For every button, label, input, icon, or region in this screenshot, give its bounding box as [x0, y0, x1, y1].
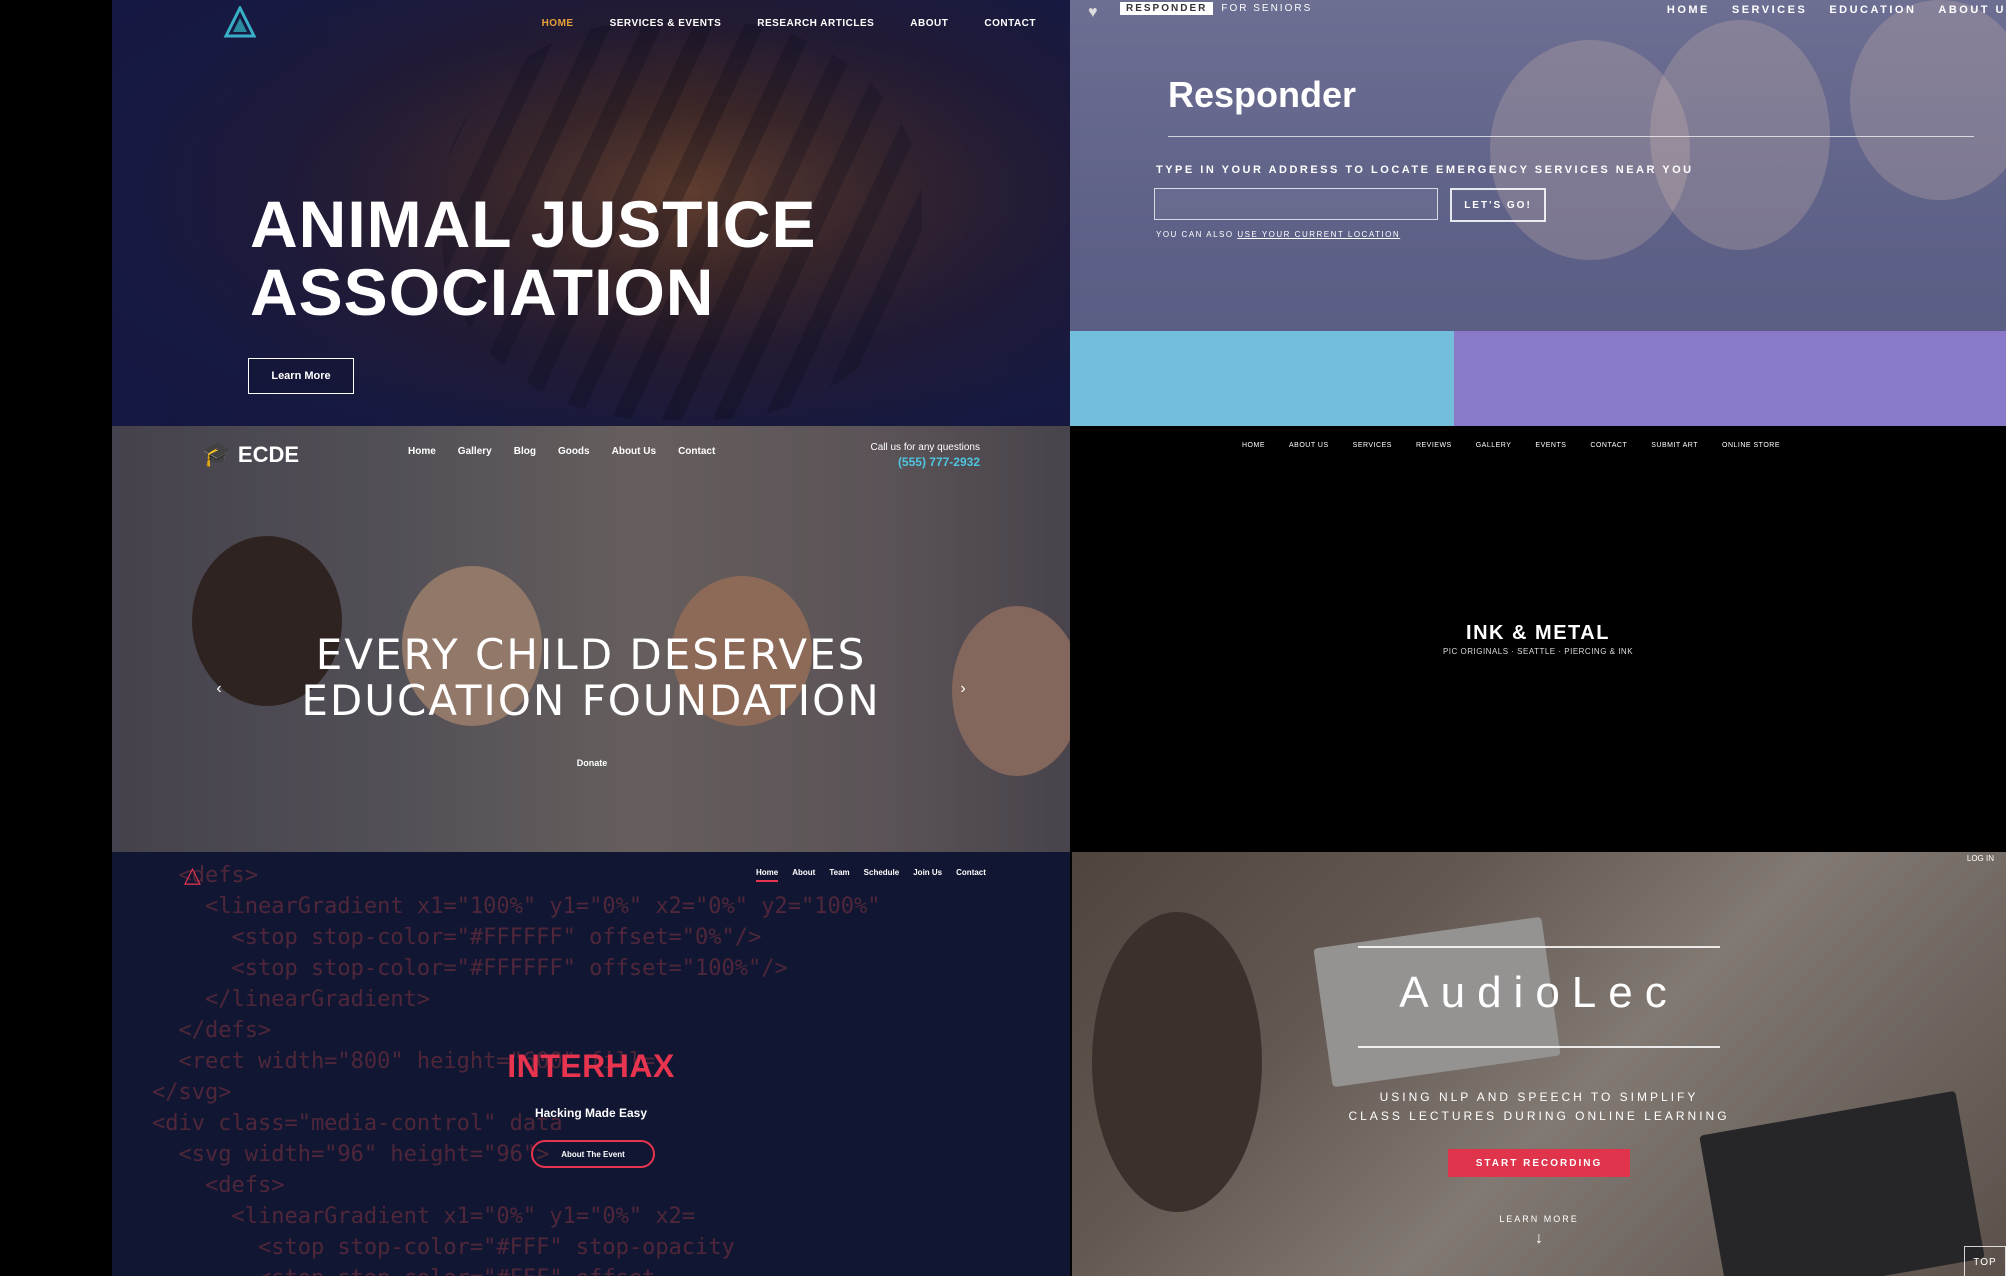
brand-title: INK & METAL: [1466, 622, 1610, 644]
address-label: TYPE IN YOUR ADDRESS TO LOCATE EMERGENCY…: [1156, 164, 1694, 176]
title-rule-top: [1358, 946, 1720, 948]
arrow-down-icon[interactable]: ↓: [1072, 1230, 2006, 1248]
start-recording-button[interactable]: START RECORDING: [1448, 1149, 1630, 1177]
code-line: <defs>: [152, 1173, 285, 1198]
slider-next-icon[interactable]: ›: [948, 674, 978, 704]
code-line: </linearGradient>: [152, 987, 431, 1012]
nav-home[interactable]: HOME: [1242, 442, 1265, 449]
nav-about[interactable]: ABOUT U: [1938, 4, 2006, 16]
nav-about-us[interactable]: ABOUT US: [1289, 442, 1329, 449]
slider-prev-icon[interactable]: ‹: [204, 674, 234, 704]
hero-title-line2: EDUCATION FOUNDATION: [301, 676, 881, 725]
logo-text: ECDE: [237, 441, 300, 467]
main-nav: Home About Team Schedule Join Us Contact: [756, 868, 986, 882]
back-to-top-button[interactable]: TOP: [1964, 1246, 2006, 1276]
interhax-panel: <defs> <linearGradient x1="100%" y1="0%"…: [112, 852, 1070, 1276]
page-title: Responder: [1168, 74, 1357, 115]
lets-go-button[interactable]: LET'S GO!: [1450, 188, 1546, 222]
nav-home[interactable]: HOME: [1667, 4, 1710, 16]
nav-home[interactable]: HOME: [542, 18, 574, 29]
ink-metal-panel: HOME ABOUT US SERVICES REVIEWS GALLERY E…: [1070, 426, 2006, 852]
main-nav: HOME SERVICES EDUCATION ABOUT U: [1667, 4, 2006, 16]
subtitle-line1: USING NLP AND SPEECH TO SIMPLIFY: [1379, 1090, 1699, 1104]
nav-contact[interactable]: CONTACT: [984, 18, 1036, 29]
ecde-panel: 🎓 ECDE Home Gallery Blog Goods About Us …: [112, 426, 1070, 852]
main-nav: Home Gallery Blog Goods About Us Contact: [408, 446, 715, 457]
nav-schedule[interactable]: Schedule: [864, 868, 900, 882]
app-title: AudioLec: [1399, 968, 1679, 1017]
learn-more-link[interactable]: LEARN MORE: [1072, 1214, 2006, 1224]
location-note-prefix: YOU CAN ALSO: [1156, 230, 1234, 239]
main-nav: HOME ABOUT US SERVICES REVIEWS GALLERY E…: [1242, 442, 1780, 449]
call-label: Call us for any questions: [870, 442, 980, 453]
code-line: </defs>: [152, 1018, 272, 1043]
nav-services[interactable]: SERVICES: [1353, 442, 1392, 449]
color-band-blue: [1070, 331, 1454, 426]
login-link[interactable]: LOG IN: [1967, 854, 1994, 863]
title-divider: [1168, 136, 1974, 137]
nav-services[interactable]: SERVICES: [1732, 4, 1807, 16]
phone-number[interactable]: (555) 777-2932: [870, 455, 980, 469]
heart-icon: ♥: [1088, 4, 1098, 21]
nav-blog[interactable]: Blog: [514, 446, 536, 457]
audiolec-panel: LOG IN AudioLec USING NLP AND SPEECH TO …: [1072, 852, 2006, 1276]
code-line: <stop stop-color="#FFF" stop-opacity: [152, 1235, 735, 1260]
graduation-cap-icon: 🎓: [202, 441, 232, 468]
nav-goods[interactable]: Goods: [558, 446, 590, 457]
hero-title-line2: ASSOCIATION: [250, 255, 715, 329]
title-rule-bottom: [1358, 1046, 1720, 1048]
subtitle-line2: CLASS LECTURES DURING ONLINE LEARNING: [1348, 1109, 1730, 1123]
hero-title: EVERY CHILD DESERVES EDUCATION FOUNDATIO…: [112, 632, 1070, 724]
about-event-button[interactable]: About The Event: [531, 1140, 655, 1168]
nav-contact[interactable]: Contact: [678, 446, 715, 457]
ecde-logo[interactable]: 🎓 ECDE: [202, 440, 299, 469]
nav-education[interactable]: EDUCATION: [1829, 4, 1916, 16]
brand-subtitle: PIC ORIGINALS · SEATTLE · PIERCING & INK: [1442, 647, 1634, 656]
nav-submit-art[interactable]: SUBMIT ART: [1651, 442, 1698, 449]
brand[interactable]: RESPONDER FOR SENIORS: [1120, 2, 1312, 15]
nav-events[interactable]: EVENTS: [1535, 442, 1566, 449]
main-nav: HOME SERVICES & EVENTS RESEARCH ARTICLES…: [542, 18, 1036, 29]
address-input[interactable]: [1154, 188, 1438, 220]
brand-suffix: FOR SENIORS: [1221, 3, 1313, 14]
nav-gallery[interactable]: Gallery: [458, 446, 492, 457]
event-title: INTERHAX: [507, 1048, 675, 1084]
nav-reviews[interactable]: REVIEWS: [1416, 442, 1452, 449]
nav-home[interactable]: Home: [408, 446, 436, 457]
animal-justice-panel: HOME SERVICES & EVENTS RESEARCH ARTICLES…: [112, 0, 1070, 426]
code-line: <linearGradient x1="0%" y1="0%" x2=: [152, 1204, 696, 1229]
call-info: Call us for any questions (555) 777-2932: [870, 442, 980, 469]
app-subtitle: USING NLP AND SPEECH TO SIMPLIFY CLASS L…: [1072, 1088, 2006, 1126]
nav-join-us[interactable]: Join Us: [913, 868, 942, 882]
code-line: <stop stop-color="#FFFFFF" offset="100%"…: [152, 956, 788, 981]
nav-about-us[interactable]: About Us: [612, 446, 656, 457]
donate-button[interactable]: Donate: [542, 758, 642, 768]
code-line: <linearGradient x1="100%" y1="0%" x2="0%…: [152, 894, 881, 919]
code-line: <svg width="96" height="96">: [152, 1142, 550, 1167]
learn-more-button[interactable]: Learn More: [248, 358, 354, 394]
event-tagline: Hacking Made Easy: [534, 1106, 648, 1120]
color-band-purple: [1454, 331, 2006, 426]
nav-contact[interactable]: Contact: [956, 868, 986, 882]
brand-box: RESPONDER: [1120, 2, 1214, 15]
use-current-location-link[interactable]: USE YOUR CURRENT LOCATION: [1237, 230, 1400, 239]
hero-title-line1: EVERY CHILD DESERVES: [315, 630, 867, 679]
nav-home[interactable]: Home: [756, 868, 779, 882]
location-note: YOU CAN ALSO USE YOUR CURRENT LOCATION: [1156, 230, 1400, 239]
nav-contact[interactable]: CONTACT: [1590, 442, 1627, 449]
nav-team[interactable]: Team: [829, 868, 849, 882]
code-line: <stop stop-color="#FFFFFF" offset="0%"/>: [152, 925, 762, 950]
animal-justice-logo-icon[interactable]: [220, 6, 260, 40]
responder-panel: ♥ RESPONDER FOR SENIORS HOME SERVICES ED…: [1070, 0, 2006, 426]
nav-gallery[interactable]: GALLERY: [1476, 442, 1512, 449]
hero-title-line1: ANIMAL JUSTICE: [250, 187, 817, 261]
nav-about[interactable]: About: [792, 868, 815, 882]
nav-online-store[interactable]: ONLINE STORE: [1722, 442, 1780, 449]
code-line: <stop stop-color="#FFF" offset: [152, 1263, 880, 1276]
interhax-logo-icon[interactable]: △: [184, 862, 201, 888]
nav-services-events[interactable]: SERVICES & EVENTS: [610, 18, 722, 29]
hero-title: ANIMAL JUSTICE ASSOCIATION: [250, 190, 850, 326]
nav-research-articles[interactable]: RESEARCH ARTICLES: [757, 18, 874, 29]
nav-about[interactable]: ABOUT: [910, 18, 948, 29]
